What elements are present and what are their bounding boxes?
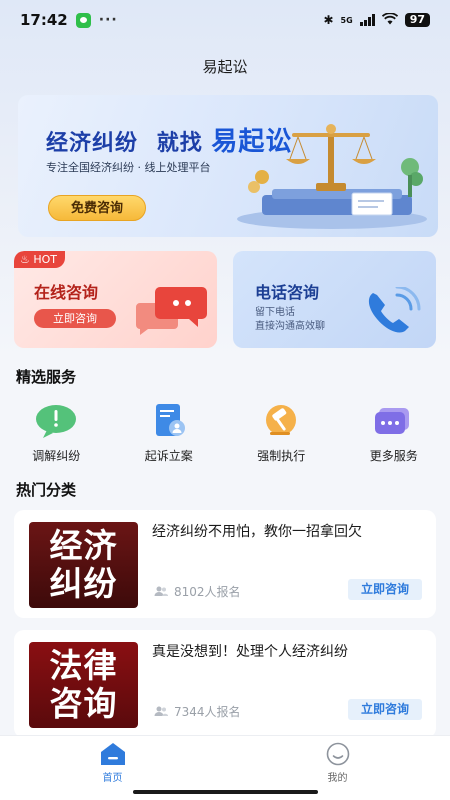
service-label: 强制执行 (257, 449, 306, 463)
network-label: 5G (340, 15, 353, 25)
phone-consult-card[interactable]: 电话咨询 留下电话 直接沟通高效聊 (233, 251, 436, 348)
enroll-count: 7344人报名 (154, 703, 241, 720)
services-grid: 调解纠纷 起诉立案 强制执行 更多服务 (0, 402, 450, 464)
service-label: 更多服务 (369, 449, 418, 463)
banner-subtitle: 专注全国经济纠纷 · 线上处理平台 (46, 161, 211, 174)
list-item[interactable]: 法律 咨询 真是没想到！处理个人经济纠纷 7344人报名 立即咨询 (14, 630, 436, 738)
more-chat-icon (374, 408, 409, 434)
service-label: 起诉立案 (144, 449, 193, 463)
phone-consult-subtitle: 留下电话 直接沟通高效聊 (255, 307, 325, 332)
service-mediation[interactable]: 调解纠纷 (0, 402, 113, 464)
list-item[interactable]: 经济 纠纷 经济纠纷不用怕，教你一招拿回欠 8102人报名 立即咨询 (14, 510, 436, 618)
users-icon (154, 706, 168, 716)
online-consult-title: 在线咨询 (34, 283, 99, 302)
bluetooth-icon: ✱ (323, 13, 334, 27)
document-user-icon (155, 404, 185, 436)
consult-now-button[interactable]: 立即咨询 (348, 699, 422, 720)
tab-label: 我的 (327, 773, 348, 784)
online-consult-button[interactable]: 立即咨询 (34, 309, 116, 328)
battery-indicator: 97 (404, 13, 430, 27)
hot-badge: ♨ HOT (14, 251, 66, 268)
wechat-notification-icon (75, 12, 91, 28)
article-thumbnail: 法律 咨询 (29, 642, 138, 728)
hot-section-title: 热门分类 (16, 481, 77, 499)
users-icon (154, 586, 168, 596)
article-title: 真是没想到！处理个人经济纠纷 (152, 644, 348, 660)
phone-consult-title: 电话咨询 (255, 283, 320, 302)
article-title: 经济纠纷不用怕，教你一招拿回欠 (152, 524, 362, 540)
enroll-count: 8102人报名 (154, 583, 241, 600)
service-label: 调解纠纷 (32, 449, 81, 463)
justice-scale-illustration (237, 124, 427, 229)
home-icon (100, 743, 125, 765)
service-lawsuit[interactable]: 起诉立案 (113, 402, 226, 464)
status-bar: 17:42 ··· ✱ 5G 97 (0, 0, 450, 40)
service-enforcement[interactable]: 强制执行 (225, 402, 338, 464)
chat-bubbles-icon (136, 287, 207, 335)
page-title: 易起讼 (202, 58, 248, 76)
status-time: 17:42 (20, 11, 68, 29)
flame-icon: ♨ (20, 253, 30, 266)
gavel-icon (266, 405, 297, 435)
services-section-title: 精选服务 (16, 368, 77, 386)
smile-face-icon (326, 742, 349, 766)
free-consult-button[interactable]: 免费咨询 (48, 195, 146, 221)
promo-banner[interactable]: 经济纠纷 就找 易起讼 专注全国经济纠纷 · 线上处理平台 免费咨询 (18, 95, 438, 237)
chat-alert-icon (36, 405, 77, 438)
article-thumbnail: 经济 纠纷 (29, 522, 138, 608)
signal-icon (359, 14, 375, 26)
home-indicator (133, 790, 318, 794)
service-more[interactable]: 更多服务 (338, 402, 450, 464)
phone-icon (368, 287, 421, 333)
more-notifications-icon: ··· (98, 12, 118, 28)
consult-now-button[interactable]: 立即咨询 (348, 579, 422, 600)
wifi-icon (381, 11, 398, 28)
online-consult-card[interactable]: ♨ HOT 在线咨询 立即咨询 (14, 251, 217, 348)
tab-label: 首页 (102, 773, 123, 784)
